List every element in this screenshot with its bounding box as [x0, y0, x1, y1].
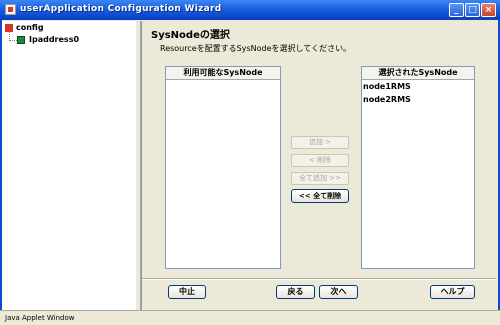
add-all-button[interactable]: 全て追加 >>	[291, 172, 349, 185]
minimize-button[interactable]: _	[449, 3, 464, 17]
available-list-header: 利用可能なSysNode	[166, 67, 280, 80]
configuration-tree[interactable]: config Ipaddress0	[2, 21, 136, 310]
instruction-text: Resourceを配置するSysNodeを選択してください。	[160, 44, 352, 53]
window-title: userApplication Configuration Wizard	[20, 4, 222, 14]
remove-button[interactable]: < 削除	[291, 154, 349, 167]
tree-node-config[interactable]: config	[16, 23, 44, 33]
page-title: SysNodeの選択	[151, 30, 230, 41]
selected-list-item[interactable]: node2RMS	[363, 95, 411, 105]
app-icon	[5, 4, 16, 15]
selected-sysnode-list[interactable]: 選択されたSysNode node1RMS node2RMS	[361, 66, 475, 269]
add-button[interactable]: 追加 >	[291, 136, 349, 149]
button-separator	[142, 278, 496, 280]
maximize-icon: □	[468, 5, 477, 15]
title-bar[interactable]: userApplication Configuration Wizard _ □…	[0, 0, 500, 20]
resource-icon	[17, 36, 25, 44]
available-sysnode-list[interactable]: 利用可能なSysNode	[165, 66, 281, 269]
maximize-button[interactable]: □	[465, 3, 480, 17]
config-icon	[5, 24, 13, 32]
status-bar: Java Applet Window	[0, 310, 500, 325]
status-text: Java Applet Window	[5, 314, 75, 322]
tree-connector-h	[9, 40, 17, 41]
wizard-window: userApplication Configuration Wizard _ □…	[0, 0, 500, 325]
minimize-icon: _	[454, 5, 459, 15]
close-icon: ×	[484, 5, 493, 15]
help-button[interactable]: ヘルプ	[430, 285, 475, 299]
next-button[interactable]: 次へ	[319, 285, 358, 299]
cancel-button[interactable]: 中止	[168, 285, 206, 299]
remove-all-button[interactable]: << 全て削除	[291, 189, 349, 203]
tree-node-ipaddress0[interactable]: Ipaddress0	[29, 35, 79, 45]
selected-list-item[interactable]: node1RMS	[363, 82, 411, 92]
close-button[interactable]: ×	[481, 3, 496, 17]
selected-list-header: 選択されたSysNode	[362, 67, 474, 80]
back-button[interactable]: 戻る	[276, 285, 315, 299]
